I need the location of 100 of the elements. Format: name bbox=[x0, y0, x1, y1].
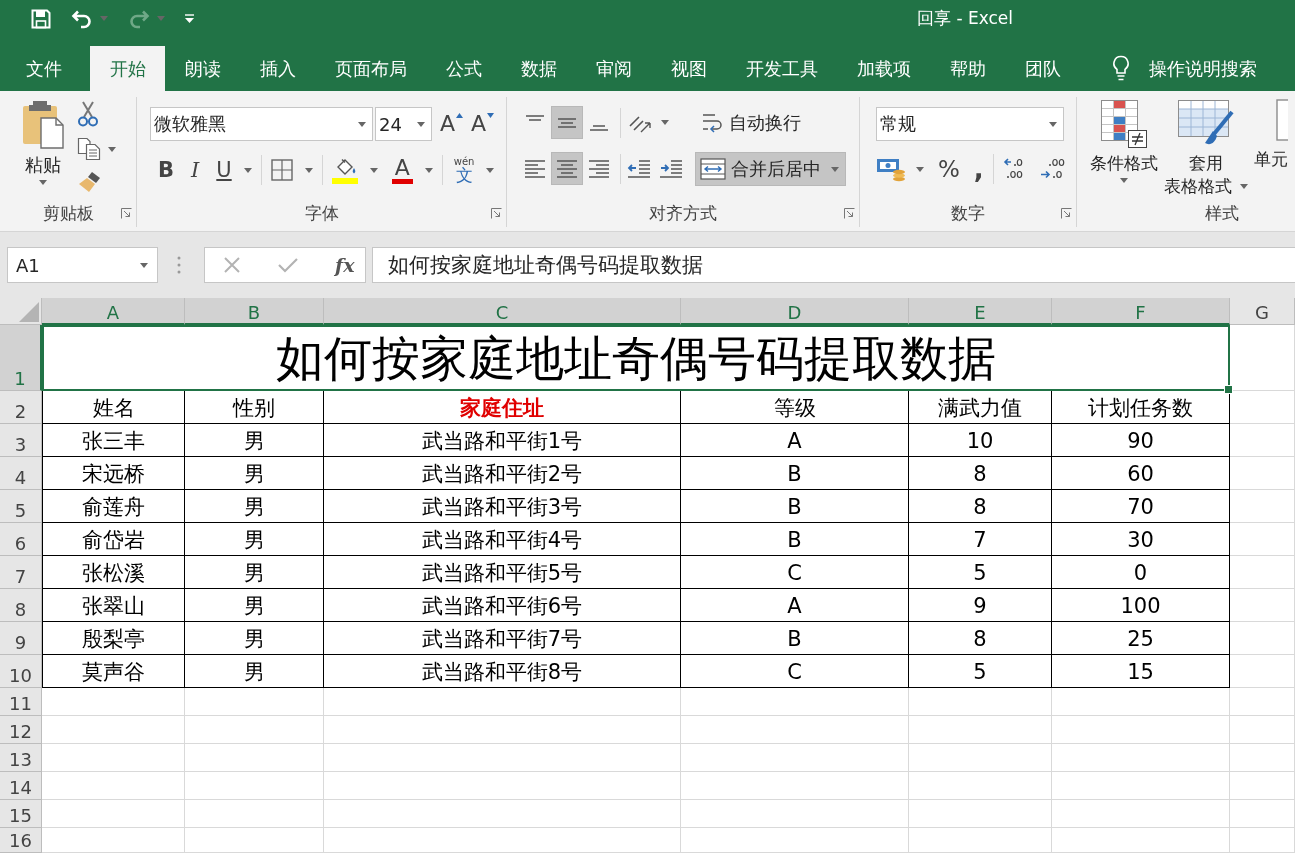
comma-style-button[interactable]: , bbox=[973, 158, 984, 180]
ribbon-tab[interactable]: 视图 bbox=[651, 46, 726, 91]
phonetic-guide-button[interactable]: wén 文 bbox=[453, 156, 475, 184]
clipboard-icon[interactable] bbox=[21, 100, 65, 150]
fill-color-icon[interactable] bbox=[331, 156, 358, 184]
ribbon-tab[interactable]: 朗读 bbox=[165, 46, 240, 91]
save-icon[interactable] bbox=[31, 8, 51, 29]
format-as-table-button[interactable]: 套用 表格格式 bbox=[1164, 99, 1248, 198]
caret-icon[interactable] bbox=[140, 262, 148, 268]
caret-icon[interactable] bbox=[1240, 184, 1248, 189]
launcher-icon[interactable] bbox=[121, 207, 132, 219]
row-header[interactable]: 12 bbox=[0, 716, 42, 744]
decrease-indent-icon[interactable] bbox=[627, 158, 651, 179]
ribbon-tab[interactable]: 公式 bbox=[426, 46, 501, 91]
tell-me-search[interactable]: 操作说明搜索 bbox=[1149, 46, 1257, 91]
underline-button[interactable]: U bbox=[216, 159, 232, 181]
lightbulb-icon[interactable] bbox=[1112, 55, 1130, 81]
number-format-field[interactable]: 常规 bbox=[876, 107, 1064, 141]
row-header[interactable]: 14 bbox=[0, 772, 42, 800]
column-header[interactable]: G bbox=[1230, 298, 1295, 325]
caret-icon[interactable] bbox=[304, 167, 313, 173]
undo-icon[interactable] bbox=[71, 8, 93, 29]
row-header[interactable]: 11 bbox=[0, 688, 42, 716]
wrap-text-icon[interactable] bbox=[701, 111, 723, 134]
column-header[interactable]: C bbox=[324, 298, 681, 325]
launcher-icon[interactable] bbox=[844, 207, 855, 219]
increase-indent-icon[interactable] bbox=[659, 158, 683, 179]
decrease-decimal-icon[interactable] bbox=[1038, 157, 1067, 181]
conditional-format-icon[interactable] bbox=[1100, 99, 1148, 149]
grow-font-button[interactable]: A bbox=[440, 113, 464, 135]
name-box[interactable]: A1 bbox=[7, 247, 158, 283]
ribbon-tab[interactable]: 数据 bbox=[501, 46, 576, 91]
ribbon-tab[interactable]: 加载项 bbox=[837, 46, 930, 91]
horizontal-align-button[interactable] bbox=[551, 152, 583, 185]
caret-icon[interactable] bbox=[831, 166, 839, 172]
launcher-icon[interactable] bbox=[1061, 207, 1072, 219]
column-header[interactable]: E bbox=[909, 298, 1052, 325]
row-header[interactable]: 10 bbox=[0, 655, 42, 688]
row-header[interactable]: 9 bbox=[0, 622, 42, 655]
conditional-format-button[interactable]: 条件格式 bbox=[1090, 99, 1158, 183]
formula-field[interactable]: 如何按家庭地址奇偶号码提取数据 bbox=[372, 247, 1295, 283]
caret-icon[interactable] bbox=[661, 120, 669, 125]
column-header[interactable]: A bbox=[42, 298, 185, 325]
format-painter-icon[interactable] bbox=[77, 171, 101, 193]
caret-icon[interactable] bbox=[1120, 178, 1128, 183]
copy-icon[interactable] bbox=[77, 137, 101, 161]
accounting-format-icon[interactable] bbox=[876, 156, 906, 182]
ribbon-tab[interactable]: 开始 bbox=[90, 46, 165, 91]
paste-button[interactable]: 粘贴 bbox=[19, 100, 67, 198]
merge-center-button[interactable]: 合并后居中 bbox=[695, 152, 846, 186]
check-icon[interactable] bbox=[278, 257, 298, 273]
cut-icon[interactable] bbox=[77, 101, 99, 127]
italic-button[interactable]: I bbox=[191, 159, 200, 181]
merge-cells-icon[interactable] bbox=[700, 158, 726, 180]
font-color-button[interactable]: A bbox=[391, 156, 413, 184]
row-header[interactable]: 13 bbox=[0, 744, 42, 772]
font-size-field[interactable]: 24 bbox=[375, 107, 432, 141]
column-header[interactable]: D bbox=[681, 298, 909, 325]
align-left-icon[interactable] bbox=[524, 158, 546, 179]
row-header[interactable]: 4 bbox=[0, 457, 42, 490]
row-header[interactable]: 6 bbox=[0, 523, 42, 556]
align-right-icon[interactable] bbox=[588, 158, 610, 179]
ribbon-tab[interactable]: 插入 bbox=[240, 46, 315, 91]
caret-icon[interactable] bbox=[424, 167, 433, 173]
caret-icon[interactable] bbox=[486, 167, 495, 173]
ribbon-tab[interactable]: 页面布局 bbox=[315, 46, 426, 91]
align-center-icon[interactable] bbox=[556, 158, 578, 179]
bold-button[interactable]: B bbox=[158, 159, 174, 181]
row-header[interactable]: 7 bbox=[0, 556, 42, 589]
vertical-align-button[interactable] bbox=[551, 106, 583, 139]
ribbon-tab[interactable]: 团队 bbox=[1005, 46, 1080, 91]
ribbon-tab[interactable]: 文件 bbox=[6, 46, 81, 91]
caret-icon[interactable] bbox=[39, 180, 47, 185]
caret-icon[interactable] bbox=[369, 167, 378, 173]
caret-icon[interactable] bbox=[358, 121, 366, 127]
column-header[interactable]: F bbox=[1052, 298, 1230, 325]
customize-icon[interactable] bbox=[185, 14, 194, 23]
wrap-text-button[interactable]: 自动换行 bbox=[695, 106, 846, 139]
cell-styles-button[interactable]: 单元 bbox=[1254, 99, 1288, 171]
ribbon-tab[interactable]: 审阅 bbox=[576, 46, 651, 91]
launcher-icon[interactable] bbox=[491, 207, 502, 219]
caret-icon[interactable] bbox=[916, 166, 924, 172]
grip-icon[interactable] bbox=[177, 256, 181, 274]
caret-icon[interactable] bbox=[1049, 121, 1057, 127]
fill-handle[interactable] bbox=[1224, 385, 1233, 394]
row-header[interactable]: 2 bbox=[0, 391, 42, 424]
row-header[interactable]: 16 bbox=[0, 828, 42, 853]
caret-icon[interactable] bbox=[417, 121, 425, 127]
caret-icon[interactable] bbox=[243, 167, 252, 173]
caret-icon[interactable] bbox=[108, 146, 116, 152]
row-header[interactable]: 15 bbox=[0, 800, 42, 828]
ribbon-tab[interactable]: 开发工具 bbox=[726, 46, 837, 91]
row-header[interactable]: 8 bbox=[0, 589, 42, 622]
row-header[interactable]: 3 bbox=[0, 424, 42, 457]
borders-icon[interactable] bbox=[270, 159, 293, 181]
percent-style-button[interactable]: % bbox=[938, 157, 960, 181]
font-name-field[interactable]: 微软雅黑 bbox=[150, 107, 373, 141]
column-header[interactable]: B bbox=[185, 298, 324, 325]
insert-function-button[interactable]: fx bbox=[335, 254, 355, 276]
shrink-font-button[interactable]: A bbox=[471, 113, 495, 135]
